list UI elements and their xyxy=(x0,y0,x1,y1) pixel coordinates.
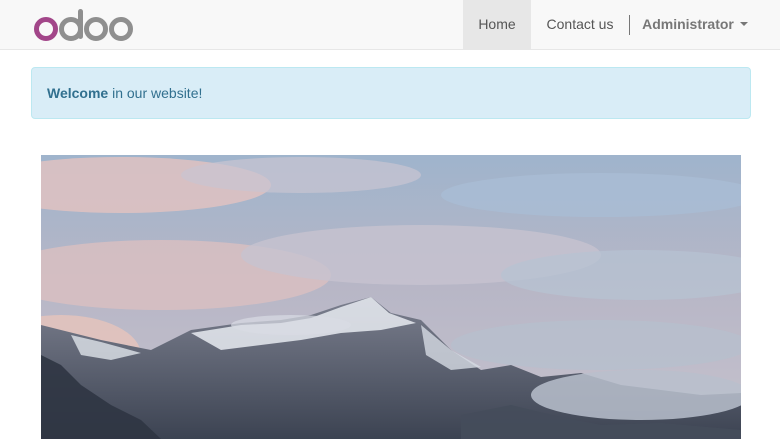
alert-text: in our website! xyxy=(108,85,203,101)
alert-strong-text: Welcome xyxy=(47,85,109,101)
hero-image xyxy=(41,155,741,439)
nav-home-label: Home xyxy=(478,16,516,32)
nav-contact-label: Contact us xyxy=(546,16,614,32)
top-navbar: Home Contact us Administrator xyxy=(0,0,780,50)
user-menu-label: Administrator xyxy=(642,16,734,32)
nav-home-tab[interactable]: Home xyxy=(463,0,531,49)
welcome-alert: Welcome in our website! xyxy=(31,67,751,119)
odoo-logo-icon xyxy=(34,9,133,41)
nav-contact-link[interactable]: Contact us xyxy=(531,0,629,49)
odoo-logo[interactable] xyxy=(34,9,144,43)
mountain-landscape-image xyxy=(41,155,741,439)
caret-down-icon xyxy=(739,22,748,27)
user-menu-dropdown[interactable]: Administrator xyxy=(630,0,760,49)
